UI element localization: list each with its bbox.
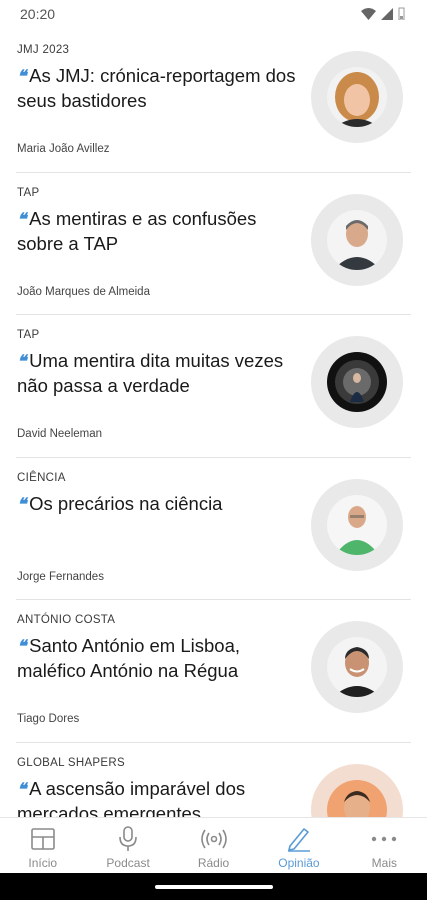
- quote-icon: ❝: [17, 209, 26, 230]
- article-card[interactable]: CIÊNCIA ❝ Os precários na ciência Jorge F…: [0, 458, 427, 601]
- quote-icon: ❝: [17, 67, 26, 87]
- article-category[interactable]: CIÊNCIA: [17, 472, 66, 484]
- radio-icon: [200, 826, 227, 852]
- article-category[interactable]: TAP: [17, 187, 39, 199]
- author-avatar-ring[interactable]: [311, 336, 403, 428]
- article-author[interactable]: João Marques de Almeida: [17, 286, 150, 298]
- microphone-icon: [115, 826, 141, 852]
- article-card[interactable]: TAP ❝ As mentiras e as confusões sobre a …: [0, 173, 427, 316]
- article-category[interactable]: TAP: [17, 329, 39, 341]
- article-card[interactable]: JMJ 2023 ❝ As JMJ: crónica-reportagem dos…: [0, 30, 427, 173]
- author-avatar[interactable]: [327, 779, 387, 818]
- author-avatar[interactable]: [327, 67, 387, 127]
- nav-home[interactable]: Início: [0, 818, 85, 873]
- article-author[interactable]: Maria João Avillez: [17, 143, 109, 155]
- article-title[interactable]: As mentiras e as confusões sobre a TAP: [17, 208, 256, 254]
- wifi-icon: [361, 7, 376, 20]
- article-headline[interactable]: ❝ As mentiras e as confusões sobre a TAP: [17, 207, 297, 256]
- nav-label: Rádio: [197, 856, 230, 870]
- system-gesture-bar: [0, 873, 427, 900]
- quote-icon: ❝: [17, 494, 26, 515]
- article-category[interactable]: GLOBAL SHAPERS: [17, 757, 125, 769]
- nav-more[interactable]: Mais: [342, 818, 427, 873]
- author-avatar-ring[interactable]: [311, 478, 403, 571]
- article-card[interactable]: GLOBAL SHAPERS ❝ A ascensão imparável dos…: [0, 743, 427, 818]
- author-avatar[interactable]: [327, 494, 387, 555]
- author-avatar[interactable]: [327, 352, 387, 412]
- author-avatar-ring[interactable]: [311, 621, 403, 713]
- bottom-navigation: Início Podcast Rádio Opinião Mais: [0, 817, 427, 873]
- opinion-feed[interactable]: JMJ 2023 ❝ As JMJ: crónica-reportagem dos…: [0, 30, 427, 817]
- article-headline[interactable]: ❝ Uma mentira dita muitas vezes não passa…: [17, 349, 297, 398]
- article-title[interactable]: Os precários na ciência: [29, 493, 222, 514]
- nav-podcast[interactable]: Podcast: [85, 818, 170, 873]
- pen-icon: [286, 826, 312, 852]
- article-headline[interactable]: ❝ Santo António em Lisboa, maléfico Antón…: [17, 634, 297, 683]
- status-bar: 20:20: [0, 0, 427, 30]
- nav-opinion[interactable]: Opinião: [256, 818, 341, 873]
- quote-icon: ❝: [17, 352, 26, 372]
- home-gesture-handle[interactable]: [155, 885, 273, 889]
- article-title[interactable]: Santo António em Lisboa, maléfico Antóni…: [17, 635, 240, 681]
- author-avatar-ring[interactable]: [311, 763, 403, 818]
- article-author[interactable]: Tiago Dores: [17, 713, 79, 725]
- article-card[interactable]: ANTÓNIO COSTA ❝ Santo António em Lisboa, …: [0, 600, 427, 743]
- article-category[interactable]: ANTÓNIO COSTA: [17, 614, 115, 626]
- nav-label: Podcast: [106, 856, 150, 870]
- author-avatar[interactable]: [327, 637, 387, 697]
- home-grid-icon: [30, 826, 56, 852]
- article-headline[interactable]: ❝ A ascensão imparável dos mercados emerg…: [17, 777, 297, 818]
- nav-label: Mais: [371, 856, 397, 870]
- article-headline[interactable]: ❝ Os precários na ciência: [17, 492, 297, 517]
- status-time: 20:20: [20, 6, 56, 22]
- nav-label: Início: [28, 856, 58, 870]
- article-author[interactable]: Jorge Fernandes: [17, 571, 104, 583]
- article-title[interactable]: A ascensão imparável dos mercados emerge…: [17, 778, 245, 818]
- nav-label: Opinião: [278, 856, 320, 870]
- quote-icon: ❝: [17, 637, 26, 657]
- article-card[interactable]: TAP ❝ Uma mentira dita muitas vezes não p…: [0, 315, 427, 458]
- status-icons: [361, 7, 405, 20]
- article-title[interactable]: As JMJ: crónica-reportagem dos seus bast…: [17, 65, 295, 111]
- article-headline[interactable]: ❝ As JMJ: crónica-reportagem dos seus bas…: [17, 64, 297, 113]
- author-avatar-ring[interactable]: [311, 193, 403, 286]
- nav-radio[interactable]: Rádio: [171, 818, 256, 873]
- article-category[interactable]: JMJ 2023: [17, 44, 69, 56]
- quote-icon: ❝: [17, 779, 26, 800]
- article-title[interactable]: Uma mentira dita muitas vezes não passa …: [17, 350, 283, 396]
- author-avatar-ring[interactable]: [311, 51, 403, 143]
- article-author[interactable]: David Neeleman: [17, 428, 102, 440]
- battery-icon: [398, 7, 405, 20]
- author-avatar[interactable]: [327, 209, 387, 270]
- more-dots-icon: [371, 826, 397, 852]
- cell-signal-icon: [381, 7, 393, 20]
